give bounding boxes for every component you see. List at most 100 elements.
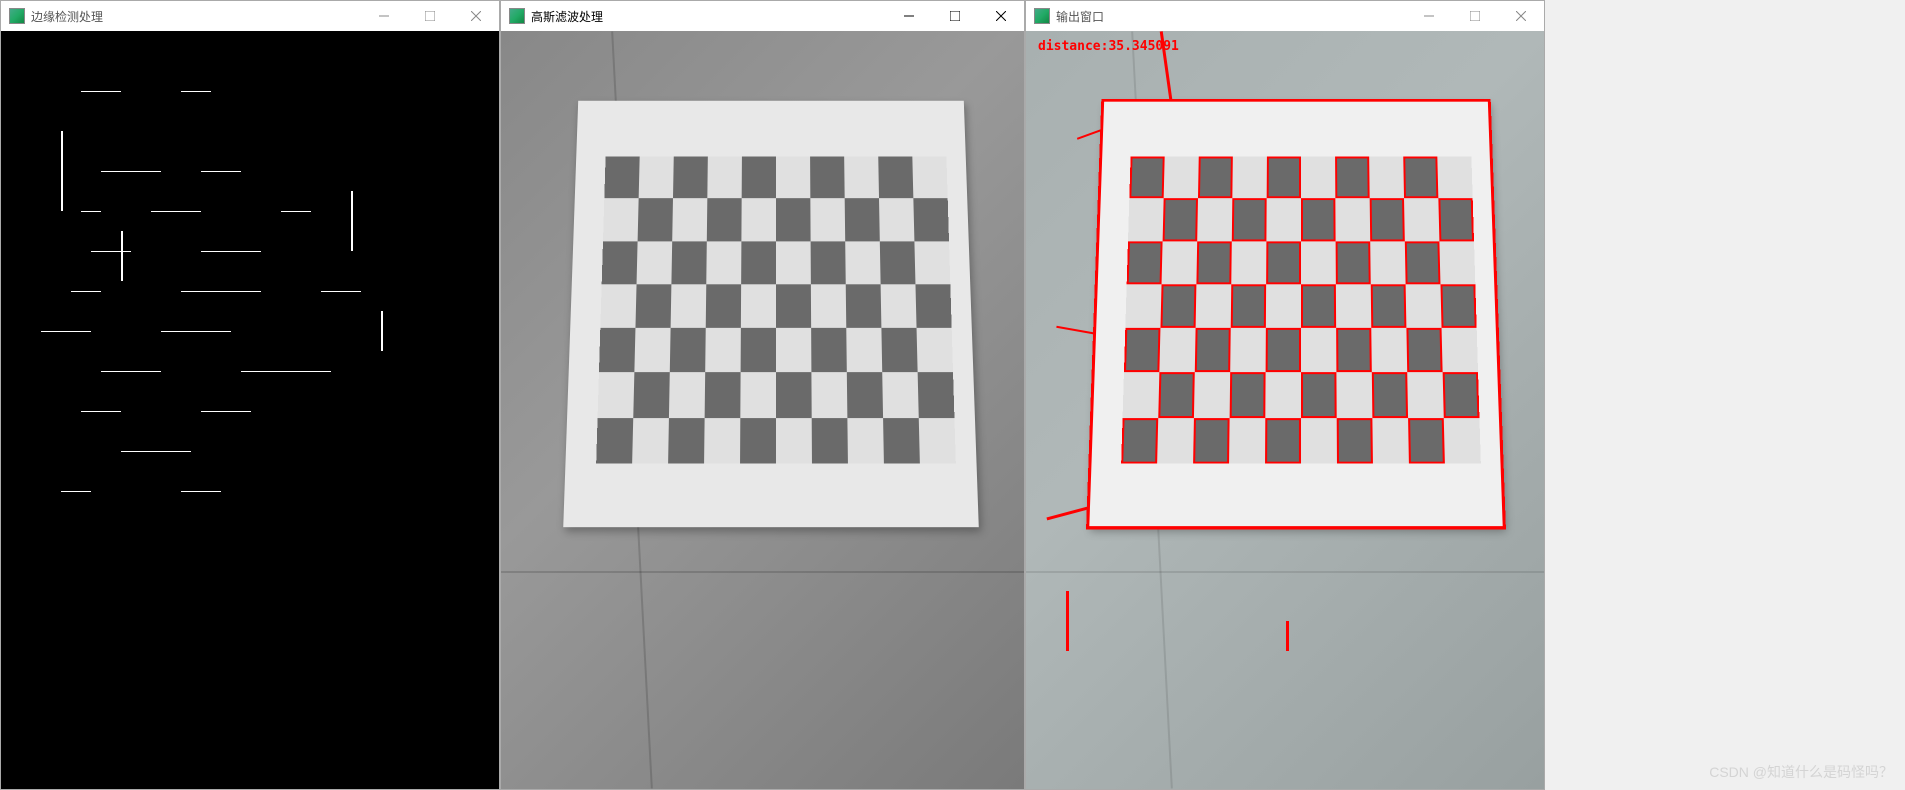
checker-cell — [633, 373, 670, 418]
checker-cell — [1442, 328, 1479, 373]
checker-cell — [706, 241, 741, 284]
checker-cell — [1267, 157, 1301, 199]
checker-cell — [1406, 284, 1442, 328]
checker-cell — [1443, 373, 1480, 418]
csdn-watermark: CSDN @知道什么是码怪吗？ — [1709, 762, 1893, 782]
checker-cell — [1301, 241, 1336, 284]
distance-overlay-text: distance:35.345091 — [1038, 39, 1179, 54]
checker-cell — [1372, 373, 1408, 418]
window-edge-detection: 边缘检测处理 — [0, 0, 500, 790]
checker-cell — [913, 198, 949, 241]
checker-cell — [883, 418, 920, 464]
checker-cell — [632, 418, 669, 464]
checker-cell — [669, 373, 705, 418]
checker-cell — [637, 241, 673, 284]
checker-cell — [1266, 284, 1301, 328]
checker-cell — [1193, 418, 1230, 464]
checker-cell — [776, 198, 811, 241]
checker-cell — [1125, 284, 1161, 328]
maximize-button[interactable] — [932, 1, 978, 31]
checker-cell — [740, 418, 776, 464]
maximize-button[interactable] — [407, 1, 453, 31]
maximize-button[interactable] — [1452, 1, 1498, 31]
checker-cell — [603, 198, 639, 241]
checker-cell — [1301, 284, 1336, 328]
edge-detection-image — [1, 31, 499, 789]
checker-cell — [881, 328, 917, 373]
checker-cell — [638, 198, 673, 241]
checker-cell — [706, 284, 741, 328]
checker-cell — [1438, 198, 1474, 241]
titlebar-edge[interactable]: 边缘检测处理 — [1, 1, 499, 31]
checker-cell — [1301, 328, 1336, 373]
checker-cell — [880, 241, 916, 284]
checker-cell — [847, 373, 883, 418]
close-button[interactable] — [1498, 1, 1544, 31]
checker-cell — [596, 418, 633, 464]
window-controls — [886, 1, 1024, 31]
checker-cell — [1336, 241, 1371, 284]
checker-cell — [741, 198, 776, 241]
checker-cell — [707, 157, 742, 199]
checker-cell — [776, 241, 811, 284]
app-icon — [1034, 8, 1050, 24]
window-title: 边缘检测处理 — [31, 8, 361, 25]
checker-cell — [776, 328, 811, 373]
checker-cell — [1232, 198, 1267, 241]
checker-cell — [1162, 241, 1198, 284]
checker-cell — [1195, 328, 1231, 373]
checker-cell — [1301, 418, 1337, 464]
checker-cell — [846, 284, 882, 328]
checker-cell — [635, 284, 671, 328]
window-gaussian-filter: 高斯滤波处理 — [500, 0, 1025, 790]
checker-cell — [740, 373, 776, 418]
titlebar-gauss[interactable]: 高斯滤波处理 — [501, 1, 1024, 31]
checker-cell — [1444, 418, 1481, 464]
checker-cell — [1158, 373, 1195, 418]
checker-cell — [604, 157, 639, 199]
checker-cell — [1164, 157, 1199, 199]
checker-cell — [671, 284, 707, 328]
checkerboard-pattern-detected — [1121, 157, 1481, 464]
titlebar-output[interactable]: 输出窗口 — [1026, 1, 1544, 31]
checker-cell — [1408, 418, 1445, 464]
checker-cell — [1157, 418, 1194, 464]
checker-cell — [1437, 157, 1472, 199]
checker-cell — [1127, 241, 1163, 284]
checker-cell — [1335, 157, 1370, 199]
checker-cell — [1229, 418, 1265, 464]
minimize-button[interactable] — [361, 1, 407, 31]
checker-cell — [847, 418, 884, 464]
checker-cell — [912, 157, 947, 199]
checker-cell — [1405, 241, 1441, 284]
checker-cell — [1336, 373, 1372, 418]
checker-cell — [600, 284, 636, 328]
checker-cell — [1407, 373, 1444, 418]
checker-cell — [1301, 373, 1337, 418]
checker-cell — [918, 373, 955, 418]
checker-cell — [1404, 198, 1439, 241]
checker-cell — [811, 241, 846, 284]
window-title: 输出窗口 — [1056, 8, 1406, 25]
checker-cell — [1266, 198, 1301, 241]
checker-cell — [1406, 328, 1442, 373]
minimize-button[interactable] — [886, 1, 932, 31]
window-title: 高斯滤波处理 — [531, 8, 886, 25]
checker-cell — [845, 241, 880, 284]
checker-cell — [1163, 198, 1198, 241]
checker-cell — [741, 284, 776, 328]
checker-cell — [1231, 241, 1266, 284]
checker-cell — [881, 284, 917, 328]
checker-cell — [1439, 241, 1475, 284]
close-button[interactable] — [453, 1, 499, 31]
minimize-button[interactable] — [1406, 1, 1452, 31]
checker-cell — [1121, 418, 1158, 464]
checker-cell — [844, 157, 879, 199]
checker-cell — [1128, 198, 1164, 241]
checker-cell — [741, 241, 776, 284]
checker-cell — [673, 157, 708, 199]
close-button[interactable] — [978, 1, 1024, 31]
checker-cell — [915, 284, 951, 328]
checker-cell — [810, 157, 845, 199]
checker-cell — [914, 241, 950, 284]
